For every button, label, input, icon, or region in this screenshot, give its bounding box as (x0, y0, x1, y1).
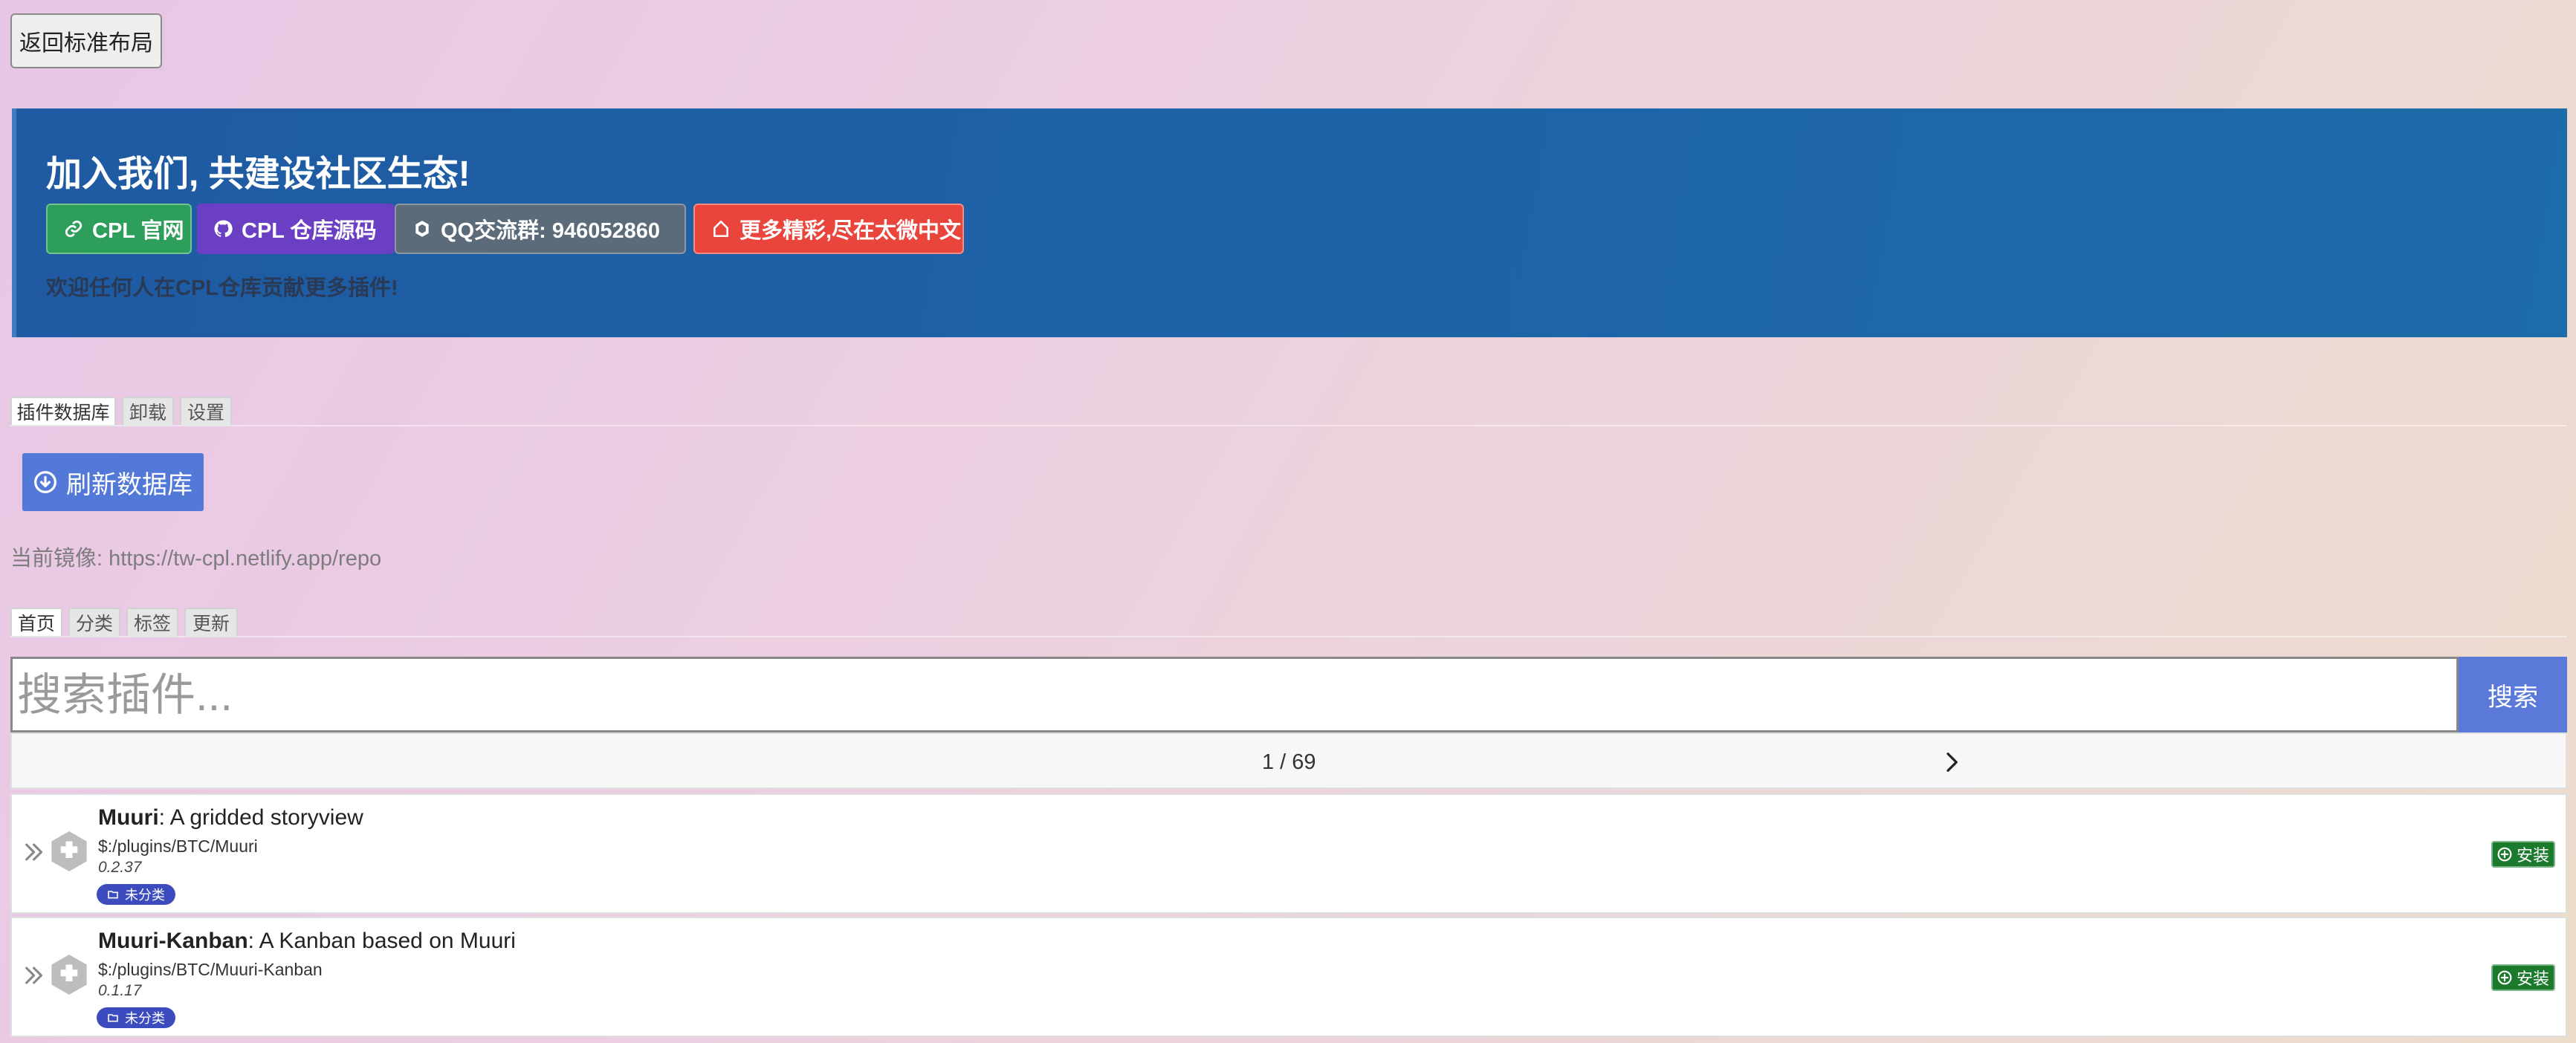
cpl-website-label: CPL 官网 (92, 219, 184, 243)
search-plugins-input[interactable] (10, 657, 2459, 732)
install-button[interactable]: 安装 (2491, 841, 2555, 868)
plugin-description: : A gridded storyview (158, 805, 363, 830)
plugin-description: : A Kanban based on Muuri (247, 929, 516, 953)
plugin-path: $:/plugins/BTC/Muuri (98, 836, 258, 856)
plugin-puzzle-icon (51, 955, 87, 995)
qq-group-label: QQ交流群: 946052860 (441, 219, 660, 243)
pagination-bar: 1 / 69 (10, 732, 2567, 789)
github-icon (214, 220, 233, 238)
plugin-row[interactable]: Muuri-Kanban: A Kanban based on Muuri $:… (10, 917, 2567, 1037)
qq-icon (415, 221, 429, 237)
plugin-version: 0.1.17 (98, 982, 142, 999)
tab-tags[interactable]: 标签 (126, 608, 178, 637)
refresh-icon (34, 471, 56, 493)
plugin-category-label: 未分类 (125, 1011, 165, 1026)
tab-settings[interactable]: 设置 (180, 397, 232, 426)
banner-note: 欢迎任何人在CPL仓库贡献更多插件! (46, 276, 398, 300)
tab-updates[interactable]: 更新 (184, 608, 238, 637)
plugin-category-label: 未分类 (125, 888, 165, 903)
cpl-repo-label: CPL 仓库源码 (242, 219, 377, 243)
cpl-website-link[interactable]: CPL 官网 (46, 204, 192, 254)
refresh-database-button[interactable]: 刷新数据库 (22, 453, 204, 511)
plugin-category-tag[interactable]: 未分类 (97, 884, 175, 905)
folder-icon (108, 891, 118, 899)
tiddlywiki-cn-label: 更多精彩,尽在太微中文 (740, 219, 962, 243)
folder-icon (108, 1014, 118, 1022)
current-mirror-text: 当前镜像: https://tw-cpl.netlify.app/repo (10, 547, 382, 571)
next-page-button[interactable] (1937, 746, 1967, 779)
expand-chevrons-icon[interactable] (22, 839, 48, 865)
banner-title: 加入我们, 共建设社区生态! (46, 155, 470, 194)
install-label: 安装 (2516, 969, 2549, 988)
plugin-name: Muuri (98, 805, 159, 830)
install-icon (2497, 847, 2512, 862)
subtab-divider (10, 636, 2567, 637)
community-banner: 加入我们, 共建设社区生态! CPL 官网 CPL 仓库源码 QQ交流群: 94… (12, 108, 2567, 337)
install-button[interactable]: 安装 (2491, 964, 2555, 991)
plugin-title[interactable]: Muuri: A gridded storyview (98, 805, 363, 831)
plugin-category-tag[interactable]: 未分类 (97, 1007, 175, 1028)
plugin-name: Muuri-Kanban (98, 929, 248, 953)
page-indicator: 1 / 69 (1262, 750, 1316, 774)
qq-group-link[interactable]: QQ交流群: 946052860 (395, 204, 686, 254)
plugin-puzzle-icon (51, 831, 87, 871)
expand-chevrons-icon[interactable] (22, 963, 48, 988)
home-icon (713, 220, 728, 238)
tab-uninstall[interactable]: 卸载 (122, 397, 174, 426)
tab-divider (10, 425, 2567, 426)
tiddlywiki-cn-link[interactable]: 更多精彩,尽在太微中文 (693, 204, 964, 254)
plugin-row[interactable]: Muuri: A gridded storyview $:/plugins/BT… (10, 793, 2567, 914)
back-to-standard-layout-button[interactable]: 返回标准布局 (10, 13, 162, 68)
tab-plugin-database[interactable]: 插件数据库 (10, 397, 116, 426)
link-icon (65, 220, 82, 238)
plugin-title[interactable]: Muuri-Kanban: A Kanban based on Muuri (98, 929, 516, 954)
tab-home[interactable]: 首页 (10, 608, 62, 637)
install-icon (2497, 970, 2512, 985)
search-button[interactable]: 搜索 (2459, 657, 2567, 732)
refresh-database-label: 刷新数据库 (66, 470, 192, 499)
plugin-path: $:/plugins/BTC/Muuri-Kanban (98, 960, 323, 979)
cpl-repo-link[interactable]: CPL 仓库源码 (197, 204, 395, 254)
chevron-right-icon (1946, 753, 1958, 772)
plugin-version: 0.2.37 (98, 859, 142, 876)
install-label: 安装 (2516, 846, 2549, 865)
tab-categories[interactable]: 分类 (68, 608, 120, 637)
